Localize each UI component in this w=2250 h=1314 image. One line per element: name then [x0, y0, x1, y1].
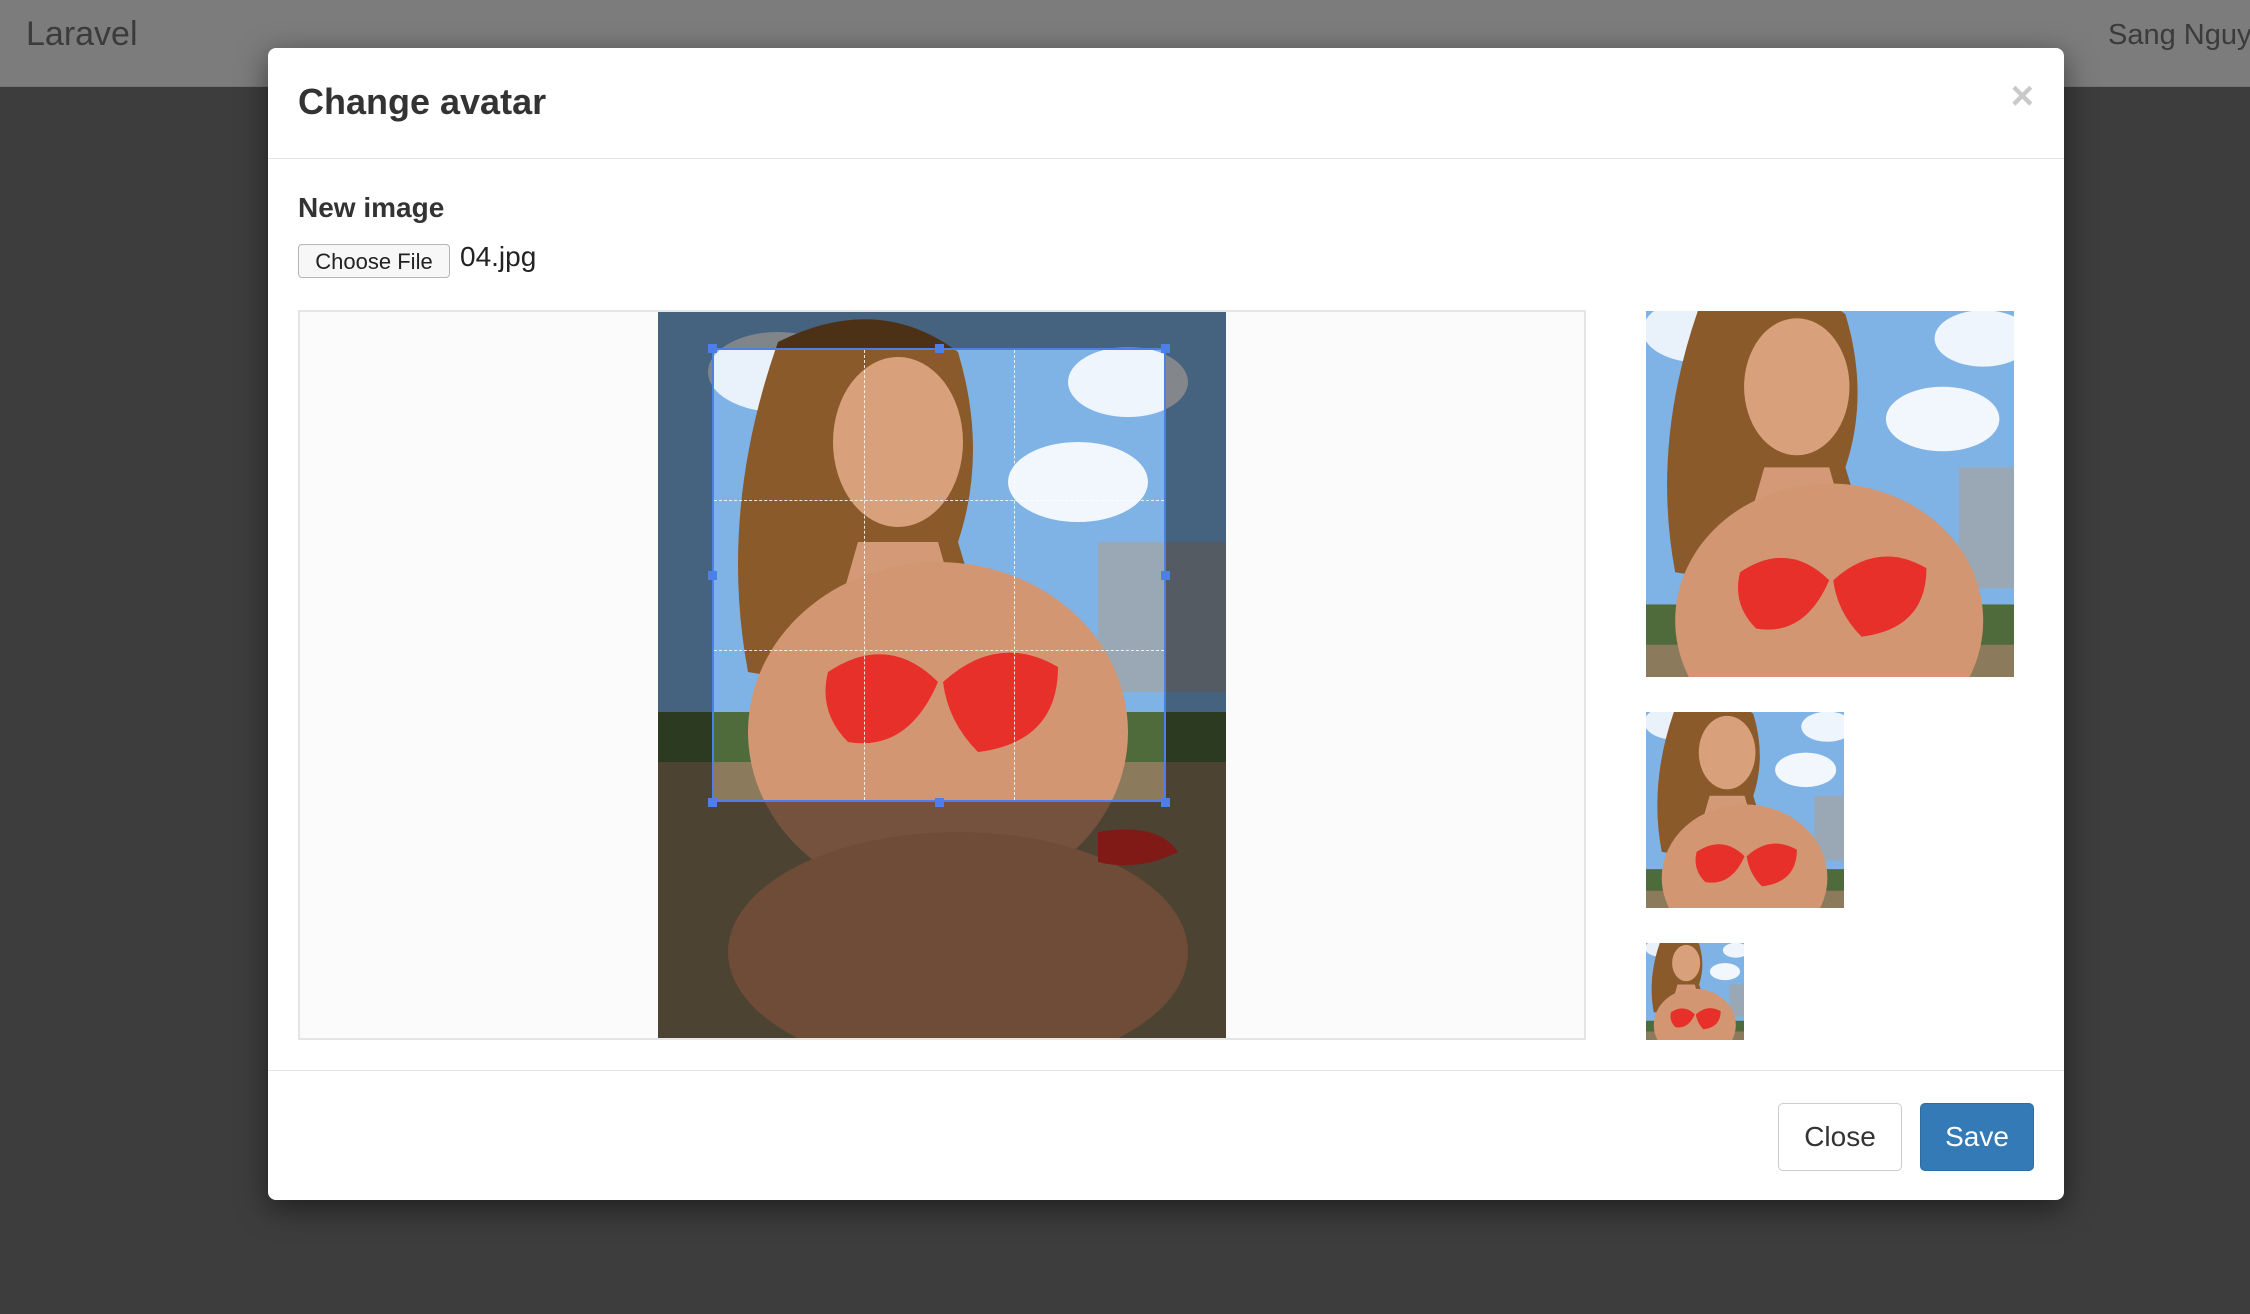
modal-header: Change avatar ×: [268, 48, 2064, 159]
source-photo: [658, 312, 1226, 1038]
crop-handle-sw[interactable]: [708, 798, 717, 807]
crop-guide-line: [714, 650, 1164, 651]
crop-handle-s[interactable]: [935, 798, 944, 807]
crop-handle-e[interactable]: [1161, 571, 1170, 580]
save-button[interactable]: Save: [1920, 1103, 2034, 1171]
modal-title: Change avatar: [298, 81, 547, 122]
avatar-preview-small: [1646, 943, 1744, 1040]
close-button[interactable]: Close: [1778, 1103, 1902, 1171]
crop-handle-nw[interactable]: [708, 344, 717, 353]
crop-handle-w[interactable]: [708, 571, 717, 580]
close-icon[interactable]: ×: [2011, 76, 2034, 116]
crop-handle-n[interactable]: [935, 344, 944, 353]
crop-box[interactable]: [712, 348, 1166, 802]
avatar-preview-medium: [1646, 712, 1844, 908]
image-cropper[interactable]: [298, 310, 1586, 1040]
crop-handle-ne[interactable]: [1161, 344, 1170, 353]
crop-guide-line: [864, 350, 865, 800]
selected-file-name: 04.jpg: [460, 241, 537, 272]
choose-file-button[interactable]: Choose File: [298, 244, 450, 278]
crop-guide-line: [714, 500, 1164, 501]
crop-guide-line: [1014, 350, 1015, 800]
change-avatar-modal: Change avatar × New image Choose File 04…: [268, 48, 2064, 1200]
crop-preview-image: [714, 350, 1164, 800]
avatar-preview-large: [1646, 311, 2014, 677]
new-image-label: New image: [298, 192, 445, 223]
crop-handle-se[interactable]: [1161, 798, 1170, 807]
